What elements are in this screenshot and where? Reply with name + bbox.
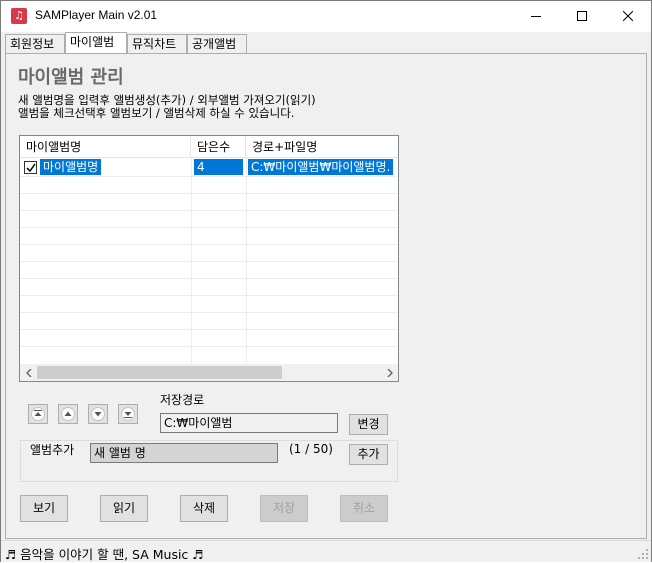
tab-music-chart[interactable]: 뮤직차트 [127,34,187,54]
row-count-cell: 4 [194,159,246,176]
main-window: ♫ SAMPlayer Main v2.01 회원정보 마이앨범 뮤직차트 공개… [0,0,652,562]
read-button[interactable]: 읽기 [100,495,148,522]
row-path: C:₩마이앨범₩마이앨범명. [248,159,394,175]
window-title: SAMPlayer Main v2.01 [35,8,158,22]
move-bottom-button[interactable] [118,404,138,424]
column-album-name[interactable]: 마이앨범명 [20,136,191,158]
my-album-panel: 마이앨범 관리 새 앨범명을 입력후 앨범생성(추가) / 외부앨범 가져오기(… [5,53,647,539]
title-bar[interactable]: ♫ SAMPlayer Main v2.01 [1,1,651,32]
view-button[interactable]: 보기 [20,495,68,522]
change-path-button[interactable]: 변경 [349,414,388,435]
chevron-right-icon [387,368,393,377]
scroll-left-button[interactable] [20,364,37,381]
description-line-2: 앨범을 체크선택후 앨범보기 / 앨범삭제 하실 수 있습니다. [18,106,295,120]
tab-public-album[interactable]: 공개앨범 [187,34,247,54]
close-button[interactable] [605,1,651,31]
column-count[interactable]: 담은수 [191,136,246,158]
grid-line [20,244,398,245]
move-down-button[interactable] [88,404,108,424]
minimize-button[interactable] [513,1,559,31]
horizontal-scrollbar[interactable] [20,364,398,381]
row-album-name-cell: 마이앨범명 [40,159,190,176]
row-album-name: 마이앨범명 [40,159,102,175]
row-count: 4 [194,159,243,175]
tab-member-info[interactable]: 회원정보 [5,34,65,54]
column-path[interactable]: 경로+파일명 [246,136,398,158]
grid-line [20,329,398,330]
add-album-button[interactable]: 추가 [349,444,388,465]
grid-line [20,312,398,313]
close-icon [623,11,633,21]
page-title: 마이앨범 관리 [18,67,124,88]
row-checkbox[interactable] [24,161,37,174]
album-list[interactable]: 마이앨범명 담은수 경로+파일명 마이앨범명 4 C:₩마이앨범₩마이앨범명. [19,135,399,382]
minimize-icon [531,16,541,17]
storage-path-label: 저장경로 [160,393,205,407]
double-up-icon [34,410,42,416]
grid-line [20,295,398,296]
table-row[interactable]: 마이앨범명 4 C:₩마이앨범₩마이앨범명. [20,159,398,176]
scroll-right-button[interactable] [381,364,398,381]
album-count-counter: (1 / 50) [289,442,333,456]
move-up-button[interactable] [58,404,78,424]
double-down-icon [124,412,132,418]
grid-line [20,261,398,262]
grid-line [20,193,398,194]
triangle-up-icon [64,411,72,416]
tab-my-album[interactable]: 마이앨범 [65,32,127,54]
grid-line [246,158,247,368]
save-button[interactable]: 저장 [260,495,308,522]
music-note-icon: ♫ [11,8,27,24]
move-top-button[interactable] [28,404,48,424]
chevron-left-icon [25,368,31,377]
grid-line [191,158,192,368]
grid-line [20,346,398,347]
maximize-button[interactable] [559,1,605,31]
cancel-button[interactable]: 취소 [340,495,388,522]
new-album-name-input[interactable]: 새 앨범 명 [90,443,278,463]
status-bar: ♬ 음악을 이야기 할 땐, SA Music ♬ [1,540,651,562]
triangle-down-icon [94,412,102,417]
grid-line [20,176,398,177]
delete-button[interactable]: 삭제 [180,495,228,522]
storage-path-field[interactable]: C:₩마이앨범 [160,413,338,433]
checkmark-icon [26,163,36,173]
grid-line [20,227,398,228]
maximize-icon [577,11,587,21]
album-list-header: 마이앨범명 담은수 경로+파일명 [20,136,398,158]
grid-line [20,278,398,279]
status-text: ♬ 음악을 이야기 할 땐, SA Music ♬ [5,547,204,562]
add-album-label: 앨범추가 [30,443,75,457]
resize-grip-icon[interactable] [637,548,649,560]
grid-line [20,210,398,211]
row-path-cell: C:₩마이앨범₩마이앨범명. [248,159,398,176]
scroll-thumb[interactable] [37,366,282,379]
